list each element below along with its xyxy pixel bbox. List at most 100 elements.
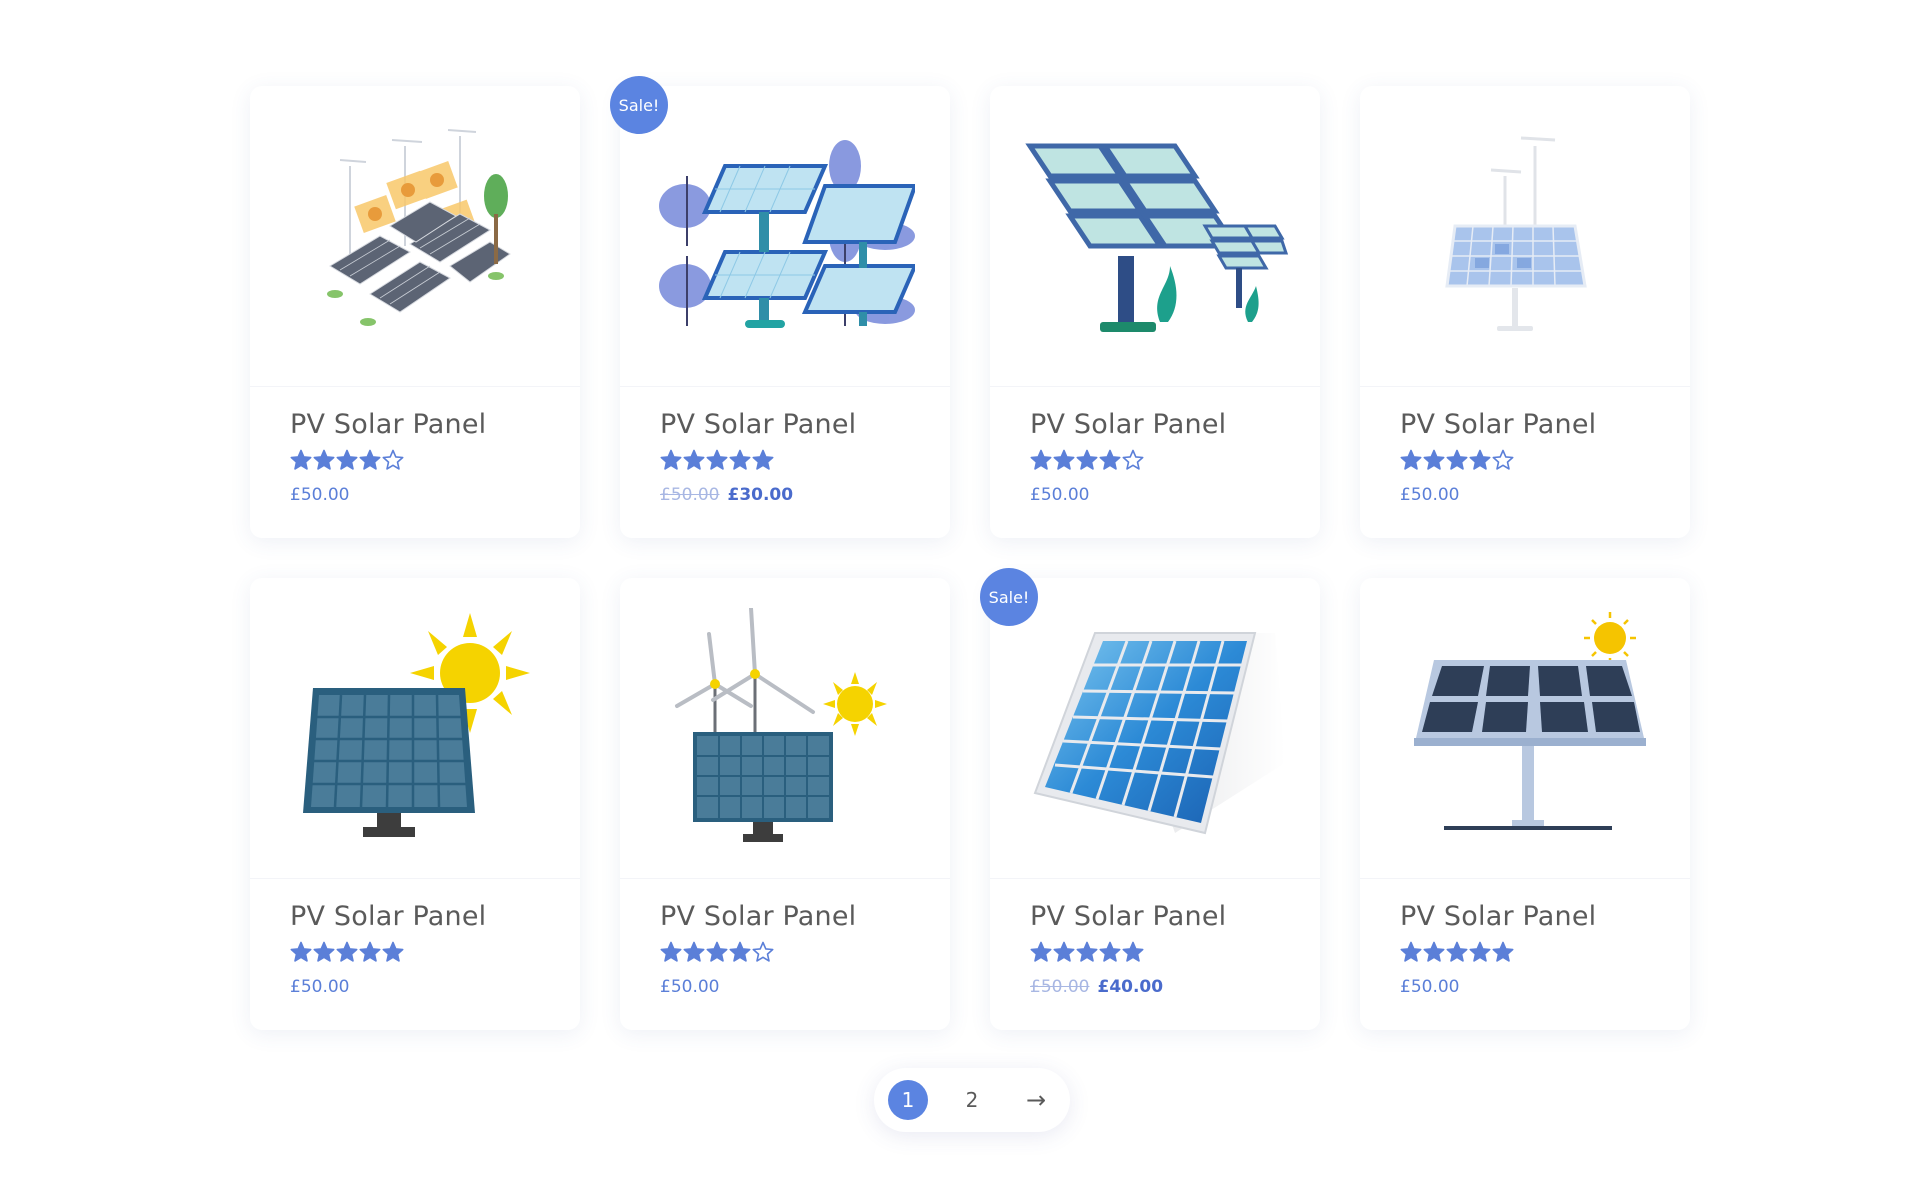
- star-empty-icon: [1122, 450, 1144, 471]
- star-filled-icon: [382, 942, 404, 963]
- product-card[interactable]: PV Solar Panel £50.00: [1360, 86, 1690, 538]
- star-filled-icon: [1400, 450, 1422, 471]
- solar-panel-with-wind-turbines-illustration: [1445, 136, 1587, 331]
- product-price: £50.00: [1400, 977, 1650, 997]
- star-rating: [660, 939, 910, 965]
- star-rating: [1030, 939, 1280, 965]
- sale-price: £40.00: [1097, 977, 1164, 998]
- product-price: £50.00: [290, 977, 540, 997]
- page-2-link[interactable]: 2: [952, 1080, 992, 1120]
- product-image[interactable]: [250, 86, 580, 387]
- star-filled-icon: [1099, 450, 1121, 471]
- product-price: £50.00 £30.00: [660, 485, 910, 505]
- price-value: £50.00: [1400, 485, 1460, 506]
- product-price: £50.00 £40.00: [1030, 977, 1280, 997]
- sale-price: £30.00: [727, 485, 794, 506]
- star-filled-icon: [1469, 942, 1491, 963]
- star-filled-icon: [683, 942, 705, 963]
- sale-badge: Sale!: [980, 568, 1038, 626]
- star-filled-icon: [336, 450, 358, 471]
- product-card[interactable]: PV Solar Panel £50.00: [250, 578, 580, 1030]
- star-filled-icon: [752, 450, 774, 471]
- price-value: £50.00: [660, 977, 720, 998]
- star-filled-icon: [1423, 450, 1445, 471]
- star-filled-icon: [1030, 450, 1052, 471]
- star-filled-icon: [1030, 942, 1052, 963]
- price-value: £50.00: [1400, 977, 1460, 998]
- product-card[interactable]: PV Solar Panel £50.00: [990, 86, 1320, 538]
- product-card[interactable]: PV Solar Panel £50.00: [1360, 578, 1690, 1030]
- product-image[interactable]: [990, 578, 1320, 879]
- product-image[interactable]: [250, 578, 580, 879]
- price-value: £50.00: [290, 485, 350, 506]
- next-page-arrow-icon[interactable]: →: [1016, 1080, 1056, 1120]
- product-price: £50.00: [290, 485, 540, 505]
- star-filled-icon: [290, 450, 312, 471]
- star-empty-icon: [752, 942, 774, 963]
- star-filled-icon: [1469, 450, 1491, 471]
- pagination: 1 2 →: [874, 1068, 1070, 1132]
- star-filled-icon: [359, 450, 381, 471]
- product-price: £50.00: [1400, 485, 1650, 505]
- dark-blue-panel-with-sun-illustration: [303, 613, 530, 837]
- price-value: £50.00: [290, 977, 350, 998]
- star-rating: [290, 447, 540, 473]
- product-title[interactable]: PV Solar Panel: [290, 409, 540, 441]
- star-filled-icon: [1076, 942, 1098, 963]
- star-filled-icon: [1446, 450, 1468, 471]
- product-card[interactable]: PV Solar Panel £50.00: [620, 578, 950, 1030]
- product-title[interactable]: PV Solar Panel: [1030, 409, 1280, 441]
- star-filled-icon: [660, 942, 682, 963]
- shop-page: PV Solar Panel £50.00 Sale! PV Solar Pan…: [0, 0, 1930, 1200]
- product-card[interactable]: PV Solar Panel £50.00: [250, 86, 580, 538]
- product-grid: PV Solar Panel £50.00 Sale! PV Solar Pan…: [250, 76, 1690, 1030]
- star-empty-icon: [382, 450, 404, 471]
- product-title[interactable]: PV Solar Panel: [290, 901, 540, 933]
- star-filled-icon: [1446, 942, 1468, 963]
- product-card[interactable]: Sale!: [980, 568, 1320, 1030]
- product-image[interactable]: [990, 86, 1320, 387]
- star-filled-icon: [1492, 942, 1514, 963]
- product-image[interactable]: [1360, 578, 1690, 879]
- star-empty-icon: [1492, 450, 1514, 471]
- star-filled-icon: [706, 942, 728, 963]
- star-filled-icon: [336, 942, 358, 963]
- product-card[interactable]: Sale!: [610, 76, 950, 538]
- product-image[interactable]: [620, 86, 950, 387]
- star-filled-icon: [729, 942, 751, 963]
- star-rating: [660, 447, 910, 473]
- star-filled-icon: [1053, 942, 1075, 963]
- product-image[interactable]: [620, 578, 950, 879]
- product-price: £50.00: [1030, 485, 1280, 505]
- star-filled-icon: [660, 450, 682, 471]
- star-filled-icon: [1099, 942, 1121, 963]
- star-filled-icon: [1400, 942, 1422, 963]
- blue-photovoltaic-module-illustration: [1033, 632, 1285, 835]
- product-image[interactable]: [1360, 86, 1690, 387]
- original-price: £50.00: [660, 485, 720, 506]
- isometric-solar-farm-illustration: [327, 129, 511, 326]
- flat-panel-on-pole-with-sun-illustration: [1414, 612, 1646, 830]
- star-rating: [1400, 447, 1650, 473]
- star-filled-icon: [1076, 450, 1098, 471]
- star-filled-icon: [683, 450, 705, 471]
- product-title[interactable]: PV Solar Panel: [1400, 409, 1650, 441]
- star-filled-icon: [729, 450, 751, 471]
- page-1-link[interactable]: 1: [888, 1080, 928, 1120]
- price-value: £50.00: [1030, 485, 1090, 506]
- star-rating: [290, 939, 540, 965]
- product-title[interactable]: PV Solar Panel: [660, 409, 910, 441]
- star-filled-icon: [313, 942, 335, 963]
- panel-with-turbines-and-sun-illustration: [675, 608, 887, 842]
- star-filled-icon: [313, 450, 335, 471]
- sale-badge: Sale!: [610, 76, 668, 134]
- star-filled-icon: [706, 450, 728, 471]
- star-filled-icon: [359, 942, 381, 963]
- original-price: £50.00: [1030, 977, 1090, 998]
- star-filled-icon: [1122, 942, 1144, 963]
- star-filled-icon: [1423, 942, 1445, 963]
- product-title[interactable]: PV Solar Panel: [1400, 901, 1650, 933]
- product-title[interactable]: PV Solar Panel: [660, 901, 910, 933]
- product-title[interactable]: PV Solar Panel: [1030, 901, 1280, 933]
- large-solar-panel-on-stand-illustration: [1025, 143, 1289, 332]
